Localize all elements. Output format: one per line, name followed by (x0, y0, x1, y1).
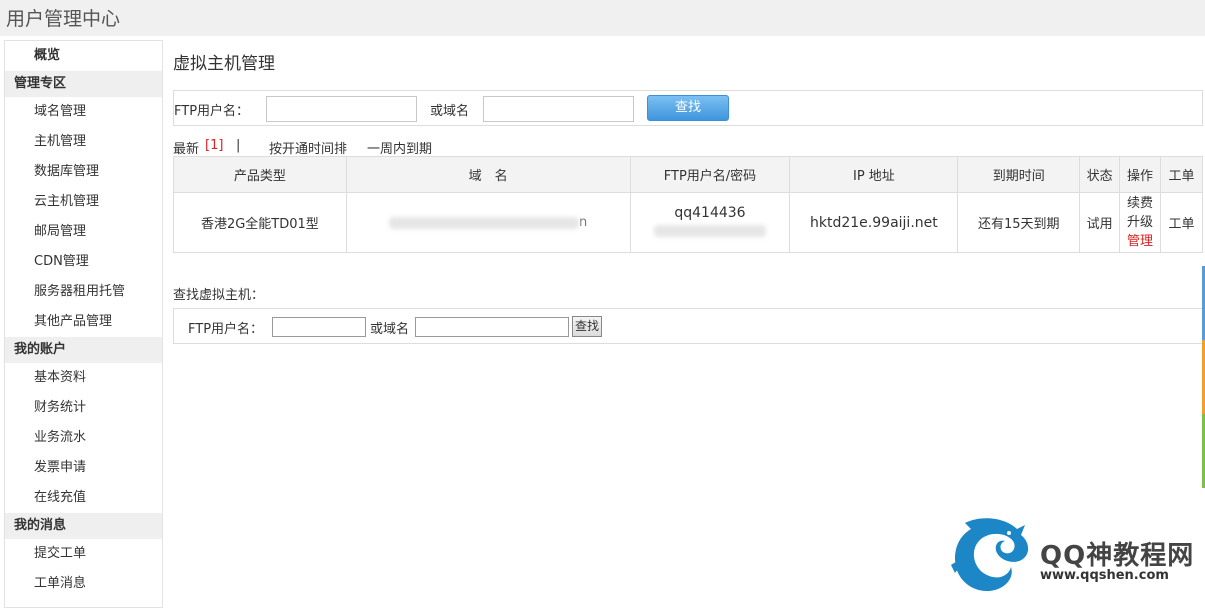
find-domain-label: 或域名 (370, 322, 410, 337)
sidebar-item-other[interactable]: 其他产品管理 (5, 307, 162, 337)
filter-expire-week[interactable]: 一周内到期 (367, 138, 432, 157)
sidebar-item-transactions[interactable]: 业务流水 (5, 423, 162, 453)
top-bar: 用户管理中心 (0, 0, 1205, 36)
redacted-domain (389, 216, 579, 229)
domain-label: 或域名 (430, 104, 470, 119)
page-title: 虚拟主机管理 (173, 54, 275, 74)
redacted-password (653, 224, 766, 237)
sidebar-item-database[interactable]: 数据库管理 (5, 157, 162, 187)
find-host-panel: FTP用户名： 或域名 查找 (173, 308, 1203, 344)
cell-domain: n (345, 192, 631, 253)
cell-actions: 续费 升级 管理 (1119, 192, 1161, 253)
sidebar-item-domain[interactable]: 域名管理 (5, 97, 162, 127)
search-button[interactable]: 查找 (647, 95, 729, 121)
col-ticket: 工单 (1160, 156, 1203, 193)
sidebar: 概览 管理专区 域名管理 主机管理 数据库管理 云主机管理 邮局管理 CDN管理… (4, 40, 163, 608)
sidebar-item-recharge[interactable]: 在线充值 (5, 483, 162, 513)
ticket-link[interactable]: 工单 (1160, 192, 1203, 253)
sidebar-item-overview[interactable]: 概览 (5, 41, 162, 71)
domain-suffix: n (579, 215, 588, 230)
col-domain: 域 名 (345, 156, 631, 193)
app-title: 用户管理中心 (6, 8, 121, 30)
col-status: 状态 (1079, 156, 1121, 193)
sidebar-item-cloud-host[interactable]: 云主机管理 (5, 187, 162, 217)
search-panel: FTP用户名： 或域名 查找 (173, 90, 1203, 126)
sidebar-group-manage: 管理专区 (5, 71, 162, 97)
sidebar-item-host[interactable]: 主机管理 (5, 127, 162, 157)
upgrade-link[interactable]: 升级 (1120, 213, 1160, 232)
host-table: 产品类型 域 名 FTP用户名/密码 IP 地址 到期时间 状态 操作 工单 香… (173, 156, 1203, 253)
dragon-logo-icon (951, 518, 1029, 591)
renew-link[interactable]: 续费 (1120, 194, 1160, 213)
find-ftp-label: FTP用户名： (188, 322, 264, 337)
sidebar-item-invoice[interactable]: 发票申请 (5, 453, 162, 483)
manage-link[interactable]: 管理 (1120, 232, 1160, 251)
sidebar-item-profile[interactable]: 基本资料 (5, 363, 162, 393)
cell-expire: 还有15天到期 (957, 192, 1081, 253)
sidebar-group-messages: 我的消息 (5, 513, 162, 539)
col-expire: 到期时间 (957, 156, 1081, 193)
sidebar-item-finance[interactable]: 财务统计 (5, 393, 162, 423)
filter-sort-open-time[interactable]: 按开通时间排 (269, 138, 347, 157)
watermark: QQ神教程网 www.qqshen.com (945, 515, 1195, 595)
filter-latest[interactable]: 最新 (173, 138, 199, 157)
watermark-brand: QQ神教程网 (1040, 541, 1195, 571)
col-ftp: FTP用户名/密码 (629, 156, 791, 193)
ftp-username-label: FTP用户名： (174, 104, 250, 119)
sidebar-group-account: 我的账户 (5, 337, 162, 363)
find-ftp-input[interactable] (272, 317, 366, 337)
col-ip: IP 地址 (789, 156, 959, 193)
find-host-title: 查找虚拟主机： (173, 288, 265, 303)
table-row: 香港2G全能TD01型 n qq414436 hktd21e.99aiji.ne… (173, 192, 1203, 253)
ftp-username-input[interactable] (266, 96, 417, 122)
cell-status: 试用 (1079, 192, 1121, 253)
ftp-username: qq414436 (674, 204, 746, 221)
sidebar-item-cdn[interactable]: CDN管理 (5, 247, 162, 277)
table-header-row: 产品类型 域 名 FTP用户名/密码 IP 地址 到期时间 状态 操作 工单 (173, 156, 1203, 193)
col-action: 操作 (1119, 156, 1161, 193)
sidebar-item-ticket-messages[interactable]: 工单消息 (5, 569, 162, 599)
sidebar-item-server[interactable]: 服务器租用托管 (5, 277, 162, 307)
domain-input[interactable] (483, 96, 634, 122)
find-domain-input[interactable] (415, 317, 569, 337)
watermark-url: www.qqshen.com (1040, 568, 1169, 583)
sidebar-item-mail[interactable]: 邮局管理 (5, 217, 162, 247)
sidebar-item-submit-ticket[interactable]: 提交工单 (5, 539, 162, 569)
filter-separator: | (236, 138, 241, 153)
cell-ftp: qq414436 (629, 192, 791, 253)
find-search-button[interactable]: 查找 (572, 316, 602, 337)
cell-product: 香港2G全能TD01型 (173, 192, 347, 253)
cell-ip: hktd21e.99aiji.net (789, 192, 959, 253)
filter-latest-count[interactable]: [1] (205, 138, 223, 153)
col-product-type: 产品类型 (173, 156, 347, 193)
